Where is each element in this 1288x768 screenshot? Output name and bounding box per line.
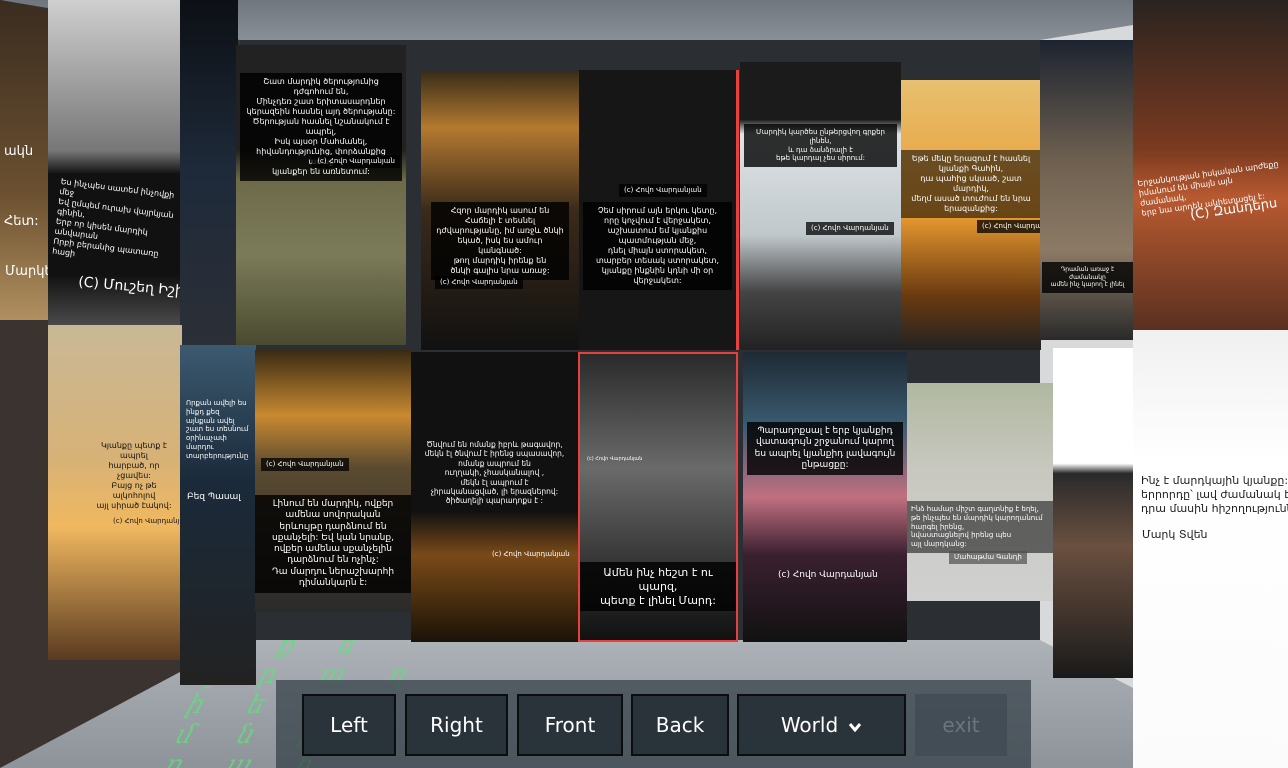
chevron-down-icon: [848, 713, 862, 737]
quote-panel[interactable]: Ինչ է մարդկային կյանքը: Սկզ երրորդը՝ լավ…: [1133, 330, 1288, 768]
quote-panel[interactable]: Եթե մեկը երազում է հասնել կյանքի Գահին, …: [901, 80, 1041, 350]
quote-author: (C) Մուշեղ Իշխան: [77, 274, 182, 302]
quote-panel[interactable]: (c) Հովո Վարդանյան Չեմ սիրում այն երկու …: [579, 70, 739, 350]
button-label: Left: [330, 713, 368, 737]
quote-text: Ինչ է մարդկային կյանքը: Սկզ երրորդը՝ լավ…: [1141, 474, 1288, 515]
quote-author: (c) Հովո Վարդանյան: [977, 220, 1041, 233]
quote-author: (c) Հովո Վարդանյան: [261, 458, 349, 471]
quote-text: Չեմ սիրում այն երկու կետը, որը կոչվում է…: [583, 202, 732, 290]
quote-text: Որքան ավելի ես ինքդ քեզ այնքան ավել շատ …: [186, 399, 249, 460]
quote-panel[interactable]: Ինձ համար միշտ գաղտնիք է եղել, թե ինչպես…: [907, 383, 1053, 601]
left-view-button[interactable]: Left: [302, 694, 396, 756]
quote-panel[interactable]: Պարադոքսալ է երբ կյանքիդ վատագույն շրջան…: [743, 352, 907, 642]
dropdown-label: World: [780, 713, 839, 737]
quote-panel[interactable]: Ես ինչպես սատեմ ինչովքի մեջ Եվ ըմպեմ ուր…: [48, 0, 182, 335]
button-label: exit: [942, 713, 980, 737]
quote-author: (c) Հովո Վարդանյան: [113, 517, 182, 525]
quote-author: (c) Հովո Վարդանյան: [619, 184, 707, 197]
quote-author: Մահաթմա Գանդի: [949, 551, 1027, 564]
quote-author: (c) Հովո Վարդանյան: [492, 550, 570, 558]
right-view-button[interactable]: Right: [405, 694, 508, 756]
quote-text: Պարադոքսալ է երբ կյանքիդ վատագույն շրջան…: [747, 422, 903, 475]
quote-panel[interactable]: Դրաման առաջ է ժամանակը ամեն ինչ կարող է …: [1040, 40, 1135, 340]
quote-text: Հզոր մարդիկ ասում են Հաճելի է տեսնել դժվ…: [431, 202, 569, 280]
quote-text: Կյանքը պետք է ապրել հարբած, որ չցավես: Բ…: [96, 441, 172, 510]
quote-text: Լինում են մարդիկ, ովքեր ամենա սովորական …: [255, 495, 411, 593]
quote-text: Մարդիկ կարծես ընթերցվող գրքեր լինեն, և դ…: [744, 124, 897, 167]
quote-text: Ծնվում են ոմանք իբրև թագավոր, մեկն էլ ծն…: [424, 440, 565, 506]
quote-author: Մարկես: [5, 264, 50, 279]
quote-author: (c) Հովո Վարդանյան: [806, 222, 894, 235]
quote-text: Ամեն ինչ հեշտ է ու պարզ, պետք է լինել Մա…: [580, 562, 736, 612]
button-label: Right: [430, 713, 483, 737]
exit-button[interactable]: exit: [915, 694, 1007, 756]
quote-author: (c) Հովո Վարդանյան: [312, 155, 400, 168]
quote-panel[interactable]: Մարդիկ կարծես ընթերցվող գրքեր լինեն, և դ…: [740, 62, 901, 350]
quote-panel[interactable]: (c) Հովո Վարդանյան Ամեն ինչ հեշտ է ու պա…: [578, 352, 738, 642]
quote-panel[interactable]: Ծնվում են ոմանք իբրև թագավոր, մեկն էլ ծն…: [411, 352, 578, 642]
world-dropdown[interactable]: World: [737, 694, 906, 756]
quote-panel[interactable]: Երջանկության իսկական արժեքը իմանում են մ…: [1133, 0, 1288, 330]
quote-text: ակն: [4, 144, 34, 159]
button-label: Front: [544, 713, 596, 737]
view-toolbar: Left Right Front Back World exit: [276, 680, 1031, 768]
quote-panel[interactable]: [180, 0, 238, 345]
quote-panel[interactable]: Որքան ավելի ես ինքդ քեզ այնքան ավել շատ …: [180, 345, 256, 685]
quote-panel[interactable]: ակն Հետ: Մարկես: [0, 0, 50, 320]
quote-text: Ինձ համար միշտ գաղտնիք է եղել, թե ինչպես…: [907, 501, 1053, 553]
back-view-button[interactable]: Back: [631, 694, 729, 756]
quote-text: Հետ:: [4, 214, 39, 229]
quote-author: Բեզ Պասալ: [187, 492, 241, 502]
quote-text: Եթե մեկը երազում է հասնել կյանքի Գահին, …: [901, 150, 1041, 218]
quote-text: Ես ինչպես սատեմ ինչովքի մեջ Եվ ըմպեմ ուր…: [51, 176, 175, 259]
quote-panel[interactable]: (c) Հովո Վարդանյան Լինում են մարդիկ, ովք…: [255, 350, 411, 612]
button-label: Back: [655, 713, 705, 737]
quote-author: Մարկ Տվեն: [1142, 528, 1208, 541]
quote-author: (c) Հովո Վարդանյան: [778, 570, 878, 580]
quote-author: (c) Հովո Վարդանյան: [587, 456, 643, 462]
quote-panel[interactable]: [1053, 348, 1135, 678]
quote-author: (c) Հովո Վարդանյան: [435, 276, 523, 289]
quote-panel[interactable]: Շատ մարդիկ ծերությունից դժգոհում են, Մին…: [236, 45, 406, 345]
quote-text: Դրաման առաջ է ժամանակը ամեն ինչ կարող է …: [1042, 262, 1133, 293]
quote-panel[interactable]: Կյանքը պետք է ապրել հարբած, որ չցավես: Բ…: [48, 325, 182, 660]
front-view-button[interactable]: Front: [517, 694, 623, 756]
quote-panel[interactable]: Հզոր մարդիկ ասում են Հաճելի է տեսնել դժվ…: [421, 72, 579, 350]
